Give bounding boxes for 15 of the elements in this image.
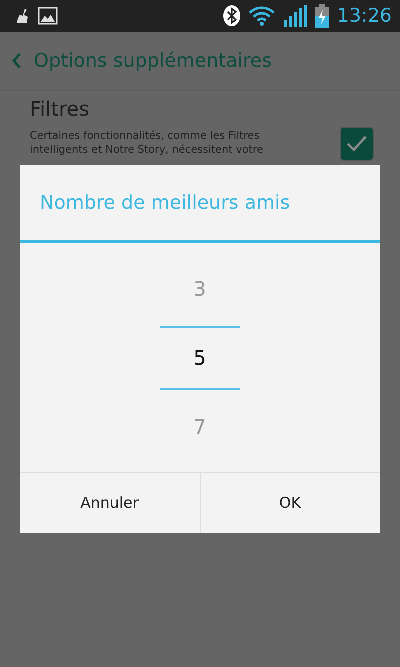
clock-time: 13:26 [337,5,392,27]
wifi-icon [249,6,276,26]
dialog-title: Nombre de meilleurs amis [20,165,380,243]
selected-number[interactable]: 5 [160,326,240,390]
image-icon [38,7,58,25]
setting-title: Filtres [30,97,91,121]
check-icon [346,135,368,153]
screen-title: Options supplémentaires [34,50,272,72]
battery-icon [315,4,330,28]
setting-description: Certaines fonctionnalités, comme les Filtres intelligents et Notre Story, nécessitent votre [30,129,264,157]
checkbox[interactable] [340,127,374,161]
signal-icon [283,5,308,27]
broom-icon [16,9,30,23]
back-icon[interactable] [12,53,22,69]
bluetooth-icon [223,5,242,27]
